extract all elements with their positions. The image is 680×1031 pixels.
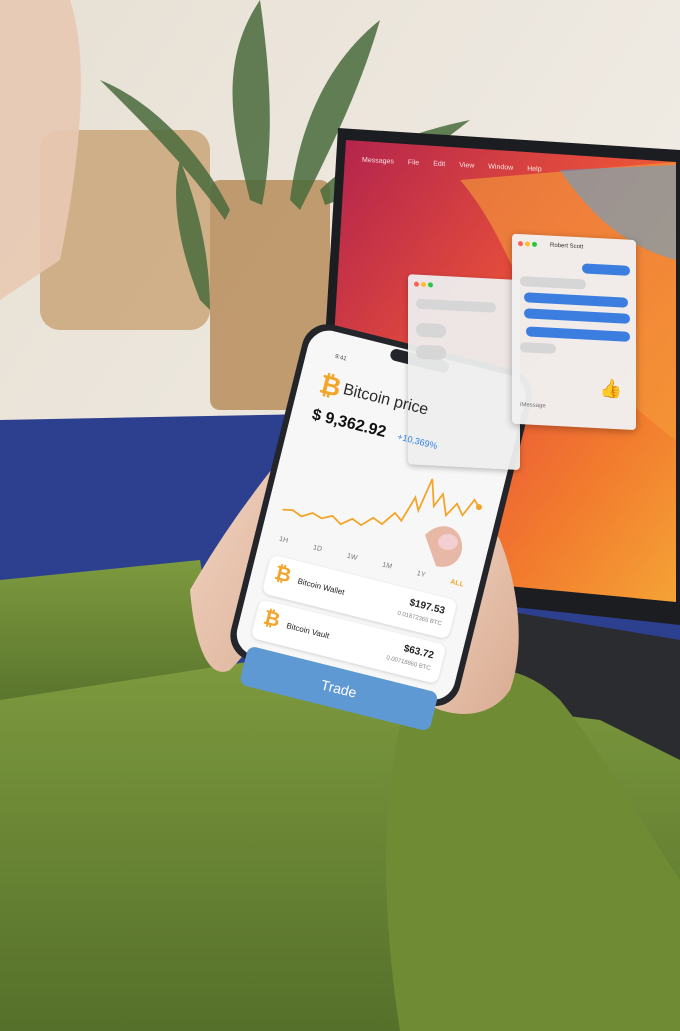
wallet-name: Bitcoin Vault [285,621,331,641]
photo-scene: Messages File Edit View Window Help Robe… [0,0,680,1031]
minimize-dot[interactable] [421,281,426,288]
wallet-name: Bitcoin Wallet [296,576,346,597]
period-option[interactable]: 1H [278,536,288,545]
close-dot[interactable] [518,240,523,247]
menu-item[interactable]: Window [488,163,513,171]
menu-item[interactable]: Help [527,165,541,173]
bitcoin-icon: ₿ [261,606,283,632]
menu-item[interactable]: File [408,159,419,167]
thumbs-up-icon: 👍 [599,378,622,400]
menu-item[interactable]: Edit [433,160,445,168]
minimize-dot[interactable] [525,241,530,247]
price-chart [282,478,482,527]
menu-item[interactable]: View [459,161,474,169]
period-option[interactable]: 1D [312,544,322,553]
bitcoin-icon: ₿ [272,562,294,588]
message-bubble [520,342,556,354]
price-line [282,478,480,527]
message-bubble [524,308,630,324]
menu-item[interactable]: Messages [362,156,394,165]
period-option-active[interactable]: ALL [450,578,465,588]
price-change: +10,369% [396,431,439,452]
close-dot[interactable] [414,281,419,287]
message-bubble [582,263,630,276]
zoom-dot[interactable] [532,241,537,247]
chat-title: Robert Scott [550,242,584,251]
message-bubble [526,326,630,342]
zoom-dot[interactable] [428,282,433,288]
app-title: Bitcoin price [341,381,431,419]
period-option[interactable]: 1Y [416,570,426,579]
status-time: 9:41 [334,353,348,363]
message-bubble [524,292,628,308]
message-bubble [520,276,586,290]
wallet-amount: $63.72 [402,643,435,662]
search-field[interactable] [416,298,496,313]
period-option[interactable]: 1M [381,562,392,571]
period-option[interactable]: 1W [346,553,358,562]
contact-row[interactable] [416,322,446,339]
